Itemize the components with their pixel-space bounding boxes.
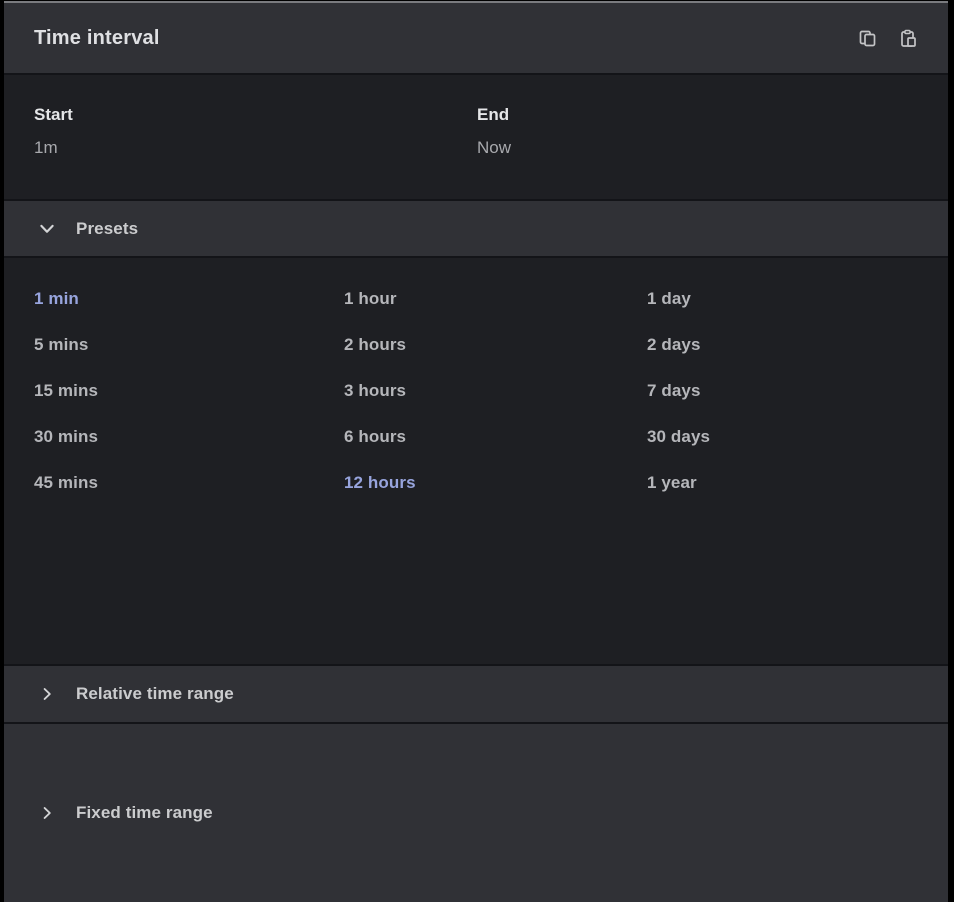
end-value[interactable]: Now: [477, 138, 511, 158]
preset-7-days[interactable]: 7 days: [647, 368, 927, 414]
section-relative-label: Relative time range: [76, 684, 234, 704]
preset-2-hours[interactable]: 2 hours: [344, 322, 647, 368]
time-interval-panel: Time interval: [4, 1, 948, 902]
section-presets-header[interactable]: Presets: [4, 201, 948, 256]
presets-column-days: 1 day 2 days 7 days 30 days 1 year: [647, 276, 927, 506]
preset-6-hours[interactable]: 6 hours: [344, 414, 647, 460]
range-summary: Start 1m End Now: [4, 75, 948, 199]
copy-button[interactable]: [857, 28, 877, 48]
header-actions: [857, 28, 918, 48]
presets-grid: 1 min 5 mins 15 mins 30 mins 45 mins 1 h…: [4, 258, 948, 664]
preset-1-hour[interactable]: 1 hour: [344, 276, 647, 322]
paste-button[interactable]: [898, 28, 918, 48]
preset-15-mins[interactable]: 15 mins: [34, 368, 344, 414]
preset-5-mins[interactable]: 5 mins: [34, 322, 344, 368]
preset-3-hours[interactable]: 3 hours: [344, 368, 647, 414]
preset-2-days[interactable]: 2 days: [647, 322, 927, 368]
section-presets-label: Presets: [76, 219, 138, 239]
chevron-right-icon: [37, 686, 57, 702]
start-value[interactable]: 1m: [34, 138, 73, 158]
preset-1-day[interactable]: 1 day: [647, 276, 927, 322]
end-label: End: [477, 105, 511, 125]
preset-12-hours[interactable]: 12 hours: [344, 460, 647, 506]
start-label: Start: [34, 105, 73, 125]
end-block: End Now: [477, 105, 511, 158]
section-fixed-label: Fixed time range: [76, 803, 213, 823]
chevron-right-icon: [37, 805, 57, 821]
preset-1-min[interactable]: 1 min: [34, 276, 344, 322]
preset-45-mins[interactable]: 45 mins: [34, 460, 344, 506]
paste-icon: [899, 29, 918, 48]
preset-30-days[interactable]: 30 days: [647, 414, 927, 460]
copy-icon: [858, 29, 877, 48]
presets-column-hours: 1 hour 2 hours 3 hours 6 hours 12 hours: [344, 276, 647, 506]
section-fixed-header[interactable]: Fixed time range: [4, 724, 948, 902]
preset-1-year[interactable]: 1 year: [647, 460, 927, 506]
preset-30-mins[interactable]: 30 mins: [34, 414, 344, 460]
panel-header: Time interval: [4, 3, 948, 73]
panel-title: Time interval: [34, 27, 857, 50]
start-block: Start 1m: [34, 105, 73, 158]
chevron-down-icon: [37, 220, 57, 238]
section-relative-header[interactable]: Relative time range: [4, 666, 948, 722]
presets-column-minutes: 1 min 5 mins 15 mins 30 mins 45 mins: [34, 276, 344, 506]
